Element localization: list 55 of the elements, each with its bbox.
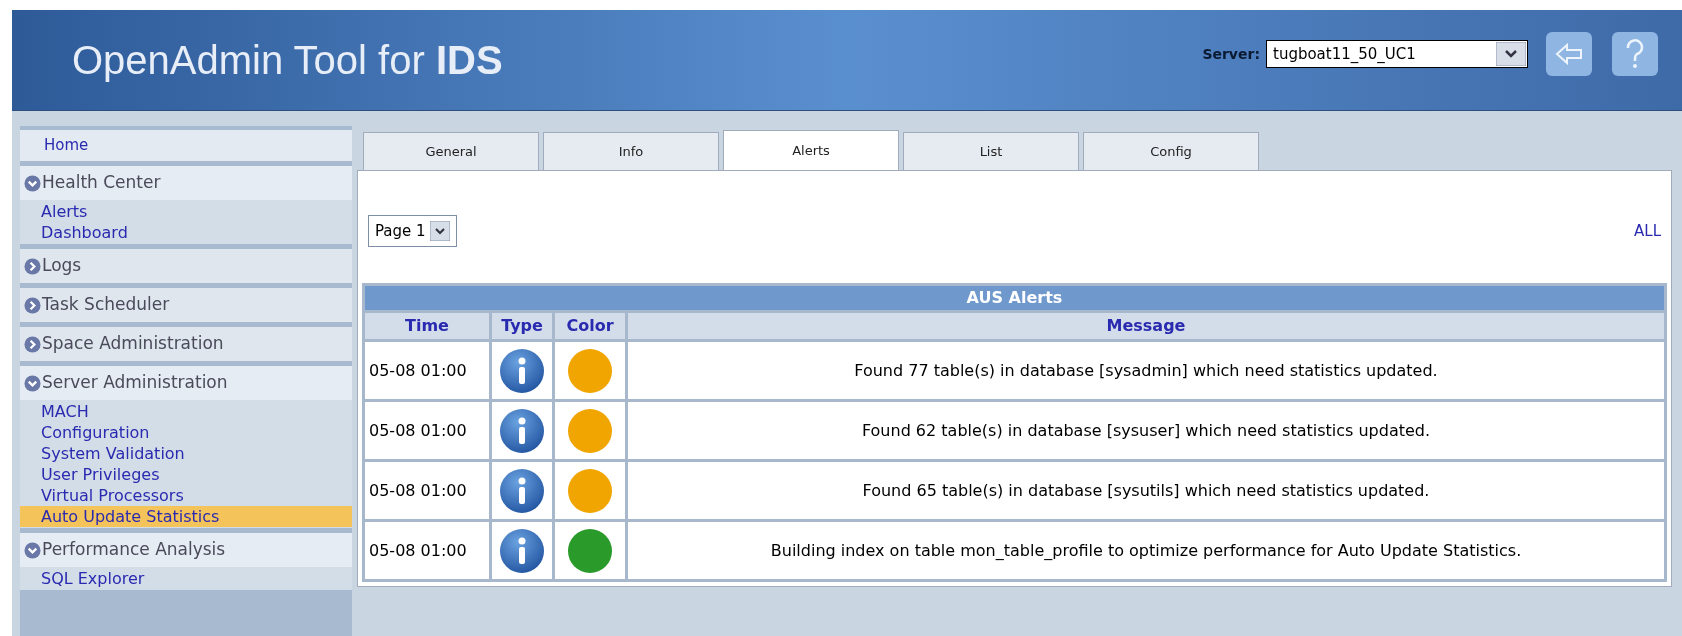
table-cell: 05-08 01:00	[365, 342, 489, 399]
sidebar-section[interactable]: Performance Analysis	[20, 533, 352, 567]
sidebar-section[interactable]: Space Administration	[20, 327, 352, 361]
chevron-down-icon	[24, 174, 41, 192]
chevron-right-icon	[24, 296, 41, 314]
sidebar-section[interactable]: Logs	[20, 249, 352, 283]
sidebar-link[interactable]: Home	[20, 130, 352, 161]
app-title: OpenAdmin Tool for IDS	[72, 37, 503, 84]
tab[interactable]: Alerts	[723, 130, 899, 170]
info-icon	[499, 467, 545, 514]
dropdown-arrow-icon	[1496, 42, 1526, 66]
info-icon	[499, 527, 545, 574]
table-cell: Found 77 table(s) in database [sysadmin] which need statistics updated.	[628, 342, 1664, 399]
chevron-down-icon	[24, 541, 41, 559]
table-cell: Building index on table mon_table_profile to optimize performance for Auto Update Statistics.	[628, 522, 1664, 579]
sidebar-item[interactable]: User Privileges	[20, 464, 352, 485]
column-header: Time	[365, 313, 489, 339]
info-icon	[499, 407, 545, 454]
server-label: Server:	[1202, 44, 1260, 64]
table-cell: 05-08 01:00	[365, 462, 489, 519]
sidebar-item[interactable]: System Validation	[20, 443, 352, 464]
chevron-right-icon	[24, 257, 41, 275]
tab[interactable]: Config	[1083, 132, 1259, 170]
left-arrow-icon	[1555, 43, 1583, 65]
sidebar-item[interactable]: Alerts	[20, 201, 352, 222]
column-header: Message	[628, 313, 1664, 339]
sidebar-item[interactable]: SQL Explorer	[20, 568, 352, 589]
table-title: AUS Alerts	[365, 286, 1664, 310]
help-icon	[1624, 39, 1646, 69]
tab[interactable]: General	[363, 132, 539, 170]
table-cell: Found 62 table(s) in database [sysuser] which need statistics updated.	[628, 402, 1664, 459]
sidebar-item[interactable]: Configuration	[20, 422, 352, 443]
tab[interactable]: List	[903, 132, 1079, 170]
sidebar-section[interactable]: Server Administration	[20, 366, 352, 400]
sidebar-item[interactable]: Auto Update Statistics	[20, 506, 352, 527]
help-button[interactable]	[1612, 32, 1658, 76]
all-link[interactable]: ALL	[1634, 219, 1661, 243]
table-cell: Found 65 table(s) in database [sysutils] which need statistics updated.	[628, 462, 1664, 519]
chevron-down-icon	[24, 374, 41, 392]
column-header: Color	[555, 313, 625, 339]
back-button[interactable]	[1546, 32, 1592, 76]
server-dropdown[interactable]: tugboat11_50_UC1	[1266, 40, 1528, 68]
chevron-right-icon	[24, 335, 41, 353]
sidebar-item[interactable]: MACH	[20, 401, 352, 422]
table-cell: 05-08 01:00	[365, 402, 489, 459]
table-cell: 05-08 01:00	[365, 522, 489, 579]
column-header: Type	[492, 313, 552, 339]
dropdown-arrow-icon	[429, 221, 450, 241]
sidebar-item[interactable]: Virtual Processors	[20, 485, 352, 506]
tab[interactable]: Info	[543, 132, 719, 170]
info-icon	[499, 347, 545, 394]
page-dropdown[interactable]: Page 1	[368, 215, 457, 247]
sidebar-item[interactable]: Dashboard	[20, 222, 352, 243]
sidebar-section[interactable]: Health Center	[20, 166, 352, 200]
sidebar-section[interactable]: Task Scheduler	[20, 288, 352, 322]
